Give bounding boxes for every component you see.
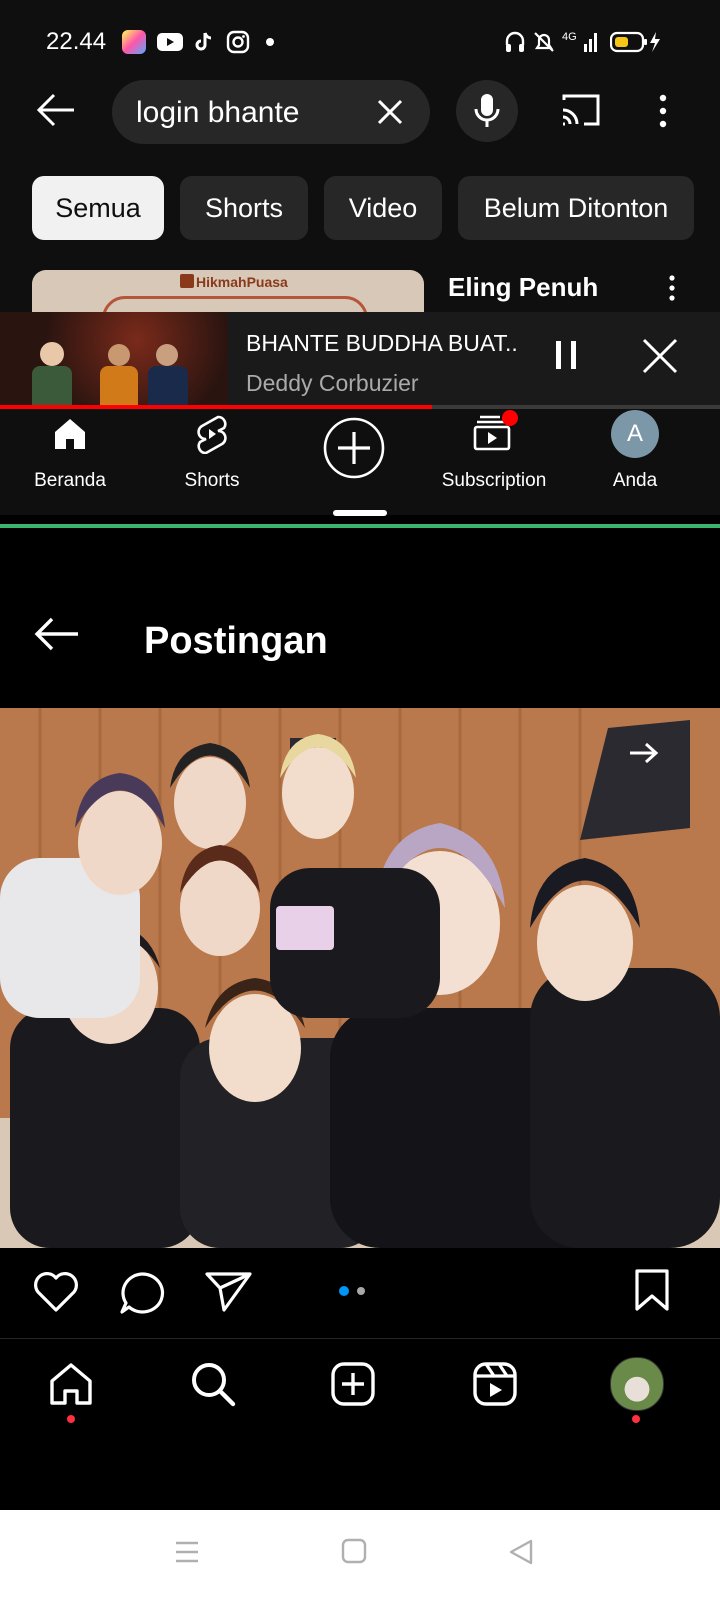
hikmahpuasa-logo-icon [180,274,194,288]
page-title: Postingan [144,620,328,662]
monk-head [108,344,130,366]
video-thumbnail[interactable]: HikmahPuasa [32,270,424,312]
system-home-icon[interactable] [341,1538,367,1569]
post-photo[interactable] [0,708,720,1248]
headset-icon [504,30,526,59]
nav-subscription[interactable]: Subscription [424,410,564,502]
ig-search-icon[interactable] [190,1361,236,1412]
battery-icon [609,30,662,59]
ig-create-icon[interactable] [330,1361,376,1412]
guest-body [148,366,188,406]
system-back-icon[interactable] [508,1538,534,1571]
ig-back-arrow-icon[interactable] [34,616,80,657]
thumbnail-brand: HikmahPuasa [196,274,288,290]
instagram-pane: Postingan [0,528,720,1510]
mute-bell-icon [533,30,555,59]
cast-icon[interactable] [560,92,602,133]
mini-player-title[interactable]: BHANTE BUDDHA BUAT.. [246,330,518,357]
save-bookmark-icon[interactable] [634,1268,670,1317]
like-heart-icon[interactable] [32,1270,80,1319]
result-title[interactable]: Eling Penuh [448,272,598,303]
chip-shorts[interactable]: Shorts [180,176,308,240]
mini-player-progress-fill [0,405,432,409]
host-body [32,366,72,406]
youtube-notification-icon [156,30,184,54]
group-selfie-illustration [0,708,720,1248]
more-notifications-dot [266,38,274,46]
share-send-icon[interactable] [204,1270,254,1319]
youtube-bottom-nav: Beranda Shorts Subscription A Anda [0,410,720,502]
carousel-dot-active [339,1286,349,1296]
clear-search-icon[interactable] [376,98,404,131]
search-query[interactable]: login bhante [136,96,299,130]
chip-belum-ditonton[interactable]: Belum Ditonton [458,176,694,240]
signal-4g-icon: 4G [562,28,600,59]
split-screen-handle[interactable] [333,510,387,516]
shorts-icon [194,414,230,459]
tiktok-notification-icon [192,30,216,54]
chip-video[interactable]: Video [324,176,442,240]
nav-shorts-label: Shorts [184,470,240,491]
nav-subscription-label: Subscription [441,470,547,491]
guest-head [156,344,178,366]
ig-reels-icon[interactable] [472,1361,518,1412]
mini-player-progress-track [0,405,720,409]
comment-icon[interactable] [118,1270,166,1321]
carousel-dot [357,1287,365,1295]
search-box[interactable]: login bhante [112,80,430,144]
mini-player-thumbnail[interactable] [0,312,228,406]
nav-anda-label: Anda [612,470,658,491]
recent-apps-icon[interactable] [174,1540,200,1569]
nav-beranda[interactable]: Beranda [0,410,140,502]
mini-player[interactable]: BHANTE BUDDHA BUAT.. Deddy Corbuzier [0,312,720,409]
close-mini-player-icon[interactable] [642,338,678,379]
status-time: 22.44 [46,28,107,55]
more-options-icon[interactable] [656,94,670,133]
instagram-bottom-nav [0,1338,720,1439]
post-actions [0,1250,720,1334]
profile-avatar[interactable] [610,1357,664,1411]
create-plus-icon [322,416,386,485]
microphone-icon [474,93,500,134]
instagram-notification-icon [226,30,250,54]
monk-robe [100,366,138,406]
nav-create[interactable] [284,410,424,502]
avatar: A [611,410,659,458]
home-icon [52,416,88,457]
new-content-badge [502,410,518,426]
system-navigation-bar [0,1510,720,1600]
thumbnail-decoration [102,296,368,312]
pause-icon[interactable] [554,340,578,375]
voice-search-button[interactable] [456,80,518,142]
photos-app-icon [122,30,146,54]
nav-beranda-label: Beranda [34,470,106,491]
nav-shorts[interactable]: Shorts [142,410,282,502]
home-notification-dot [67,1415,75,1423]
profile-notification-dot [632,1415,640,1423]
result-more-icon[interactable] [666,274,678,307]
host-head [40,342,64,366]
back-arrow-icon[interactable] [36,92,76,133]
ig-home-icon[interactable] [48,1361,94,1412]
chip-semua[interactable]: Semua [32,176,164,240]
status-bar: 22.44 4G [0,0,720,82]
youtube-pane: 22.44 4G login bhante Semua Shorts Video… [0,0,720,516]
nav-anda[interactable]: A Anda [565,410,705,502]
mini-player-channel[interactable]: Deddy Corbuzier [246,370,419,397]
svg-text:4G: 4G [562,31,577,43]
